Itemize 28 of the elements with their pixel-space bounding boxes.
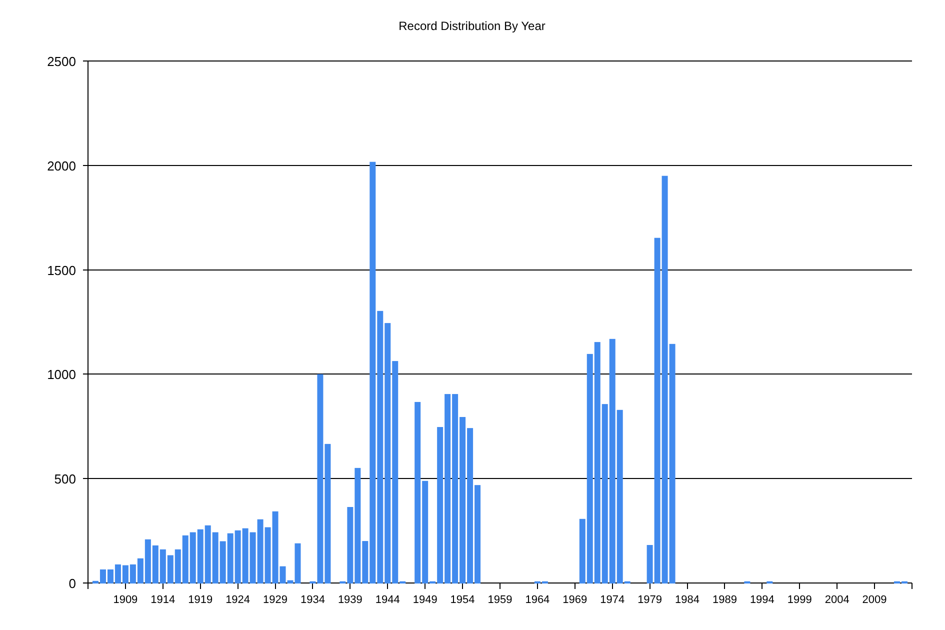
x-tick-label: 1979 — [638, 594, 662, 606]
x-tick-label: 1959 — [488, 594, 512, 606]
x-tick-label: 1974 — [600, 594, 625, 606]
x-tick-label: 2004 — [824, 594, 850, 606]
x-tick-label: 1984 — [675, 594, 700, 606]
x-tick-label: 1909 — [113, 594, 138, 606]
x-tick-label: 1914 — [150, 594, 176, 606]
x-tick-label: 1934 — [300, 594, 325, 606]
x-tick-label: 1924 — [226, 594, 250, 606]
y-tick-label: 1500 — [47, 262, 76, 278]
x-tick-label: 2009 — [862, 594, 887, 606]
x-tick-label: 1944 — [375, 594, 400, 606]
y-tick-label: 2500 — [47, 54, 76, 69]
x-tick-label: 1999 — [787, 594, 812, 606]
x-tick-label: 1919 — [188, 594, 213, 606]
chart-title: Record Distribution By Year — [398, 19, 546, 33]
y-tick-label: 2000 — [47, 158, 76, 174]
x-tick-label: 1964 — [525, 594, 550, 606]
y-tick-label: 500 — [54, 472, 76, 487]
x-tick-label: 1954 — [450, 594, 475, 606]
x-tick-label: 1969 — [562, 594, 588, 606]
x-tick-label: 1989 — [712, 594, 737, 606]
y-tick-label: 1000 — [47, 367, 76, 382]
x-tick-label: 1994 — [750, 594, 774, 606]
x-tick-label: 1939 — [338, 594, 362, 606]
y-tick-label: 0 — [68, 576, 76, 591]
x-tick-label: 1929 — [263, 594, 288, 606]
x-tick-label: 1949 — [412, 594, 438, 606]
